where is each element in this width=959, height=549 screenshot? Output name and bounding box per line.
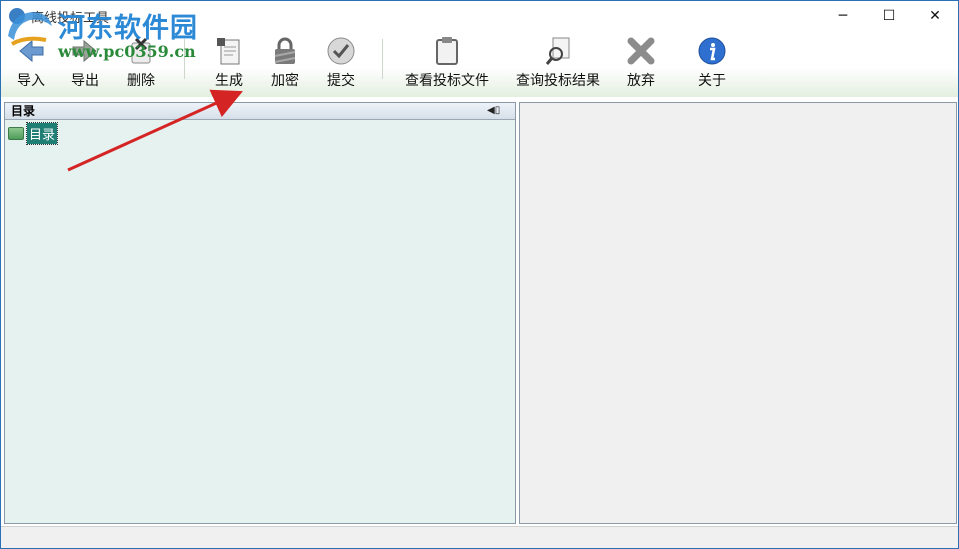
search-document-icon xyxy=(542,35,574,67)
query-bid-result-button[interactable]: 查询投标结果 xyxy=(513,31,603,93)
submit-label: 提交 xyxy=(327,73,355,89)
generate-icon xyxy=(213,35,245,67)
watermark-logo xyxy=(2,6,56,50)
close-button[interactable]: ✕ xyxy=(912,1,958,31)
abandon-x-icon xyxy=(625,35,657,67)
folder-icon xyxy=(8,126,24,140)
submit-check-icon xyxy=(325,35,357,67)
import-label: 导入 xyxy=(17,73,45,89)
watermark-name: 河东软件园 xyxy=(58,13,198,44)
abandon-button[interactable]: 放弃 xyxy=(621,31,661,93)
minimize-button[interactable]: ─ xyxy=(820,1,866,31)
view-bid-file-button[interactable]: 查看投标文件 xyxy=(402,31,492,93)
generate-button[interactable]: 生成 xyxy=(209,31,249,93)
directory-panel: 目录 ◀▯ 目录 xyxy=(4,102,516,524)
watermark-url: www.pc0359.cn xyxy=(58,42,196,61)
abandon-label: 放弃 xyxy=(627,73,655,89)
directory-panel-header: 目录 ◀▯ xyxy=(5,103,515,120)
about-label: 关于 xyxy=(698,73,726,89)
collapse-panel-icon[interactable]: ◀▯ xyxy=(487,105,500,116)
content-panel xyxy=(519,102,957,524)
submit-button[interactable]: 提交 xyxy=(321,31,361,93)
lock-icon xyxy=(269,35,301,67)
tree-item-root[interactable]: 目录 xyxy=(8,121,59,145)
delete-label: 删除 xyxy=(127,73,155,89)
maximize-button[interactable]: ☐ xyxy=(866,1,912,31)
about-button[interactable]: 关于 xyxy=(692,31,732,93)
query-bid-result-label: 查询投标结果 xyxy=(516,73,600,89)
tree-item-label: 目录 xyxy=(25,121,59,145)
toolbar-separator xyxy=(382,39,383,79)
directory-panel-title: 目录 xyxy=(11,104,36,118)
info-icon xyxy=(696,35,728,67)
encrypt-button[interactable]: 加密 xyxy=(265,31,305,93)
export-label: 导出 xyxy=(71,73,99,89)
encrypt-label: 加密 xyxy=(271,73,299,89)
clipboard-icon xyxy=(431,35,463,67)
view-bid-file-label: 查看投标文件 xyxy=(405,73,489,89)
generate-label: 生成 xyxy=(215,73,243,89)
status-bar xyxy=(1,526,958,548)
